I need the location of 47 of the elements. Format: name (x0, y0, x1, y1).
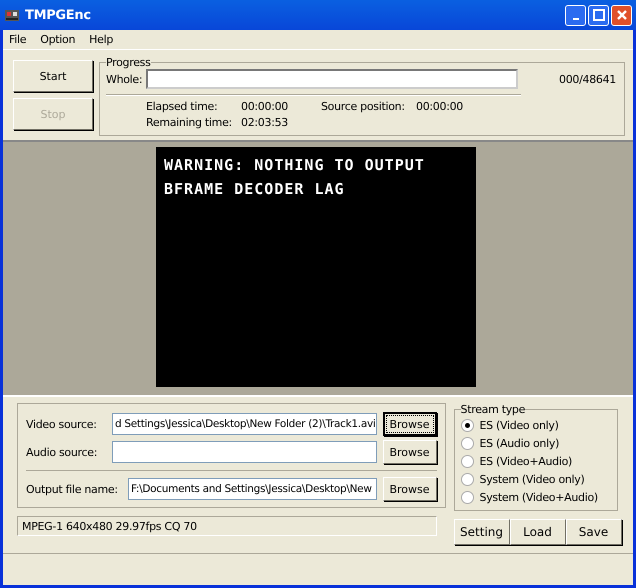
radio-option[interactable]: ES (Audio only) (460, 434, 611, 452)
group-title: Stream type (460, 403, 526, 416)
film-icon (4, 7, 20, 23)
field-label: Video source: (26, 418, 98, 430)
path-field[interactable] (112, 441, 377, 463)
stat-label: Elapsed time: (146, 100, 218, 113)
stat-value: 02:03:53 (241, 116, 290, 129)
field-label: Output file name: (26, 482, 119, 496)
group-title: Progress (106, 56, 151, 69)
radio-option[interactable]: ES (Video only) (460, 416, 611, 434)
browse-button[interactable]: Browse (382, 412, 437, 436)
preview-text: WARNING: NOTHING TO OUTPUT (164, 155, 426, 176)
stat-label: Remaining time: (146, 116, 233, 129)
maximize-button[interactable] (588, 4, 609, 26)
radio-button[interactable] (460, 472, 474, 486)
stat-label: Source position: (321, 100, 406, 113)
frame-count: 000/48641 (559, 72, 616, 86)
radio-option[interactable]: ES (Video+Audio) (460, 452, 611, 470)
maximize-icon (592, 9, 604, 21)
action-button[interactable]: Setting (454, 519, 510, 545)
stat-value: 00:00:00 (241, 100, 290, 113)
action-button[interactable]: Load (510, 519, 566, 545)
path-field[interactable]: d Settings\Jessica\Desktop\New Folder (2)\Track1.avi (112, 413, 377, 435)
minimize-icon (572, 18, 578, 20)
browse-button[interactable]: Browse (382, 440, 437, 464)
radio-button[interactable] (460, 418, 474, 432)
action-button[interactable]: Start (13, 60, 93, 92)
radio-button[interactable] (460, 436, 474, 450)
menu-item[interactable]: Help (89, 33, 114, 46)
action-button[interactable]: Save (566, 519, 622, 545)
field-label: Whole: (106, 72, 142, 86)
minimize-button[interactable] (565, 4, 586, 26)
radio-button[interactable] (460, 490, 474, 504)
preview-text: BFRAME DECODER LAG (164, 179, 346, 200)
radio-button[interactable] (460, 454, 474, 468)
settings-summary: MPEG-1 640x480 29.97fps CQ 70 (17, 516, 437, 536)
close-icon (616, 9, 628, 21)
radio-option[interactable]: System (Video only) (460, 470, 611, 488)
field-label: Audio source: (26, 446, 98, 458)
stat-value: 00:00:00 (416, 100, 464, 113)
menu-item[interactable]: File (9, 33, 26, 46)
close-button[interactable] (611, 4, 632, 26)
browse-button[interactable]: Browse (382, 477, 437, 501)
path-field[interactable]: F:\Documents and Settings\Jessica\Desktop\New (128, 478, 377, 500)
window-title: TMPGEnc (25, 8, 92, 22)
menu-item[interactable]: Option (40, 33, 76, 46)
radio-option[interactable]: System (Video+Audio) (460, 488, 611, 506)
